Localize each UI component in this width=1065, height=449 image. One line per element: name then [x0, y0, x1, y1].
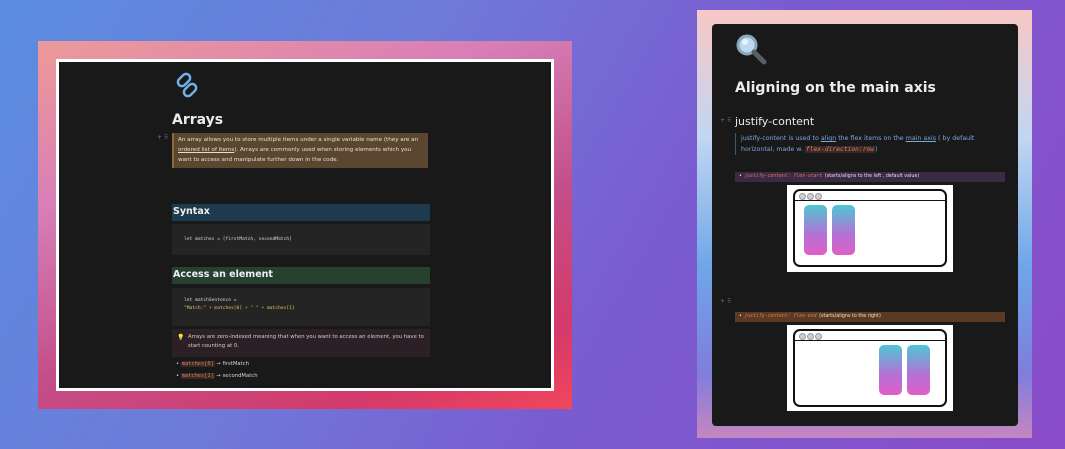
align-link[interactable]: align — [821, 135, 836, 142]
flexbox-notion-page: Aligning on the main axis + ⠿ justify-co… — [712, 24, 1018, 426]
zero-index-tip-callout: 💡 Arrays are zero-indexed meaning that w… — [172, 329, 430, 357]
flex-end-illustration — [787, 325, 953, 411]
list-item: • matches[1] → secondMatch — [176, 373, 258, 379]
main-axis-link[interactable]: main axis — [906, 135, 936, 142]
page-title: Aligning on the main axis — [735, 80, 936, 96]
justify-content-description: justify-content is used to align the fle… — [735, 133, 1005, 155]
page-title: Arrays — [172, 112, 224, 128]
block-handle[interactable]: + ⠿ — [720, 298, 731, 305]
intro-callout: An array allows you to store multiple it… — [172, 133, 428, 168]
magnifying-glass-icon — [736, 34, 767, 65]
access-code-block: let matchSentence = "Match:" + matches[0… — [172, 288, 430, 326]
lightbulb-icon: 💡 — [177, 334, 185, 341]
access-heading: Access an element — [173, 269, 273, 280]
left-screenshot-frame: Arrays + ⠿ An array allows you to store … — [38, 41, 572, 409]
arrays-notion-page: Arrays + ⠿ An array allows you to store … — [56, 59, 554, 391]
flex-start-illustration — [787, 185, 953, 272]
justify-content-heading: justify-content — [735, 115, 815, 128]
ordered-list-link[interactable]: ordered list of items — [178, 147, 234, 153]
right-screenshot-frame: Aligning on the main axis + ⠿ justify-co… — [697, 10, 1032, 438]
syntax-heading-band — [172, 204, 430, 221]
flex-item — [832, 205, 855, 255]
chain-link-icon — [176, 72, 198, 98]
block-handle[interactable]: + ⠿ — [157, 134, 168, 141]
flex-item — [907, 345, 930, 395]
flex-item — [804, 205, 827, 255]
block-handle[interactable]: + ⠿ — [720, 117, 731, 124]
syntax-code-block: let matches = [firstMatch, secondMatch] — [172, 224, 430, 255]
syntax-heading: Syntax — [173, 206, 210, 217]
flex-start-band: • justify-content: flex-start (starts/al… — [735, 172, 1005, 182]
flex-item — [879, 345, 902, 395]
flex-end-band: • justify-content: flex-end (starts/alig… — [735, 312, 1005, 322]
list-item: • matches[0] → firstMatch — [176, 361, 250, 367]
